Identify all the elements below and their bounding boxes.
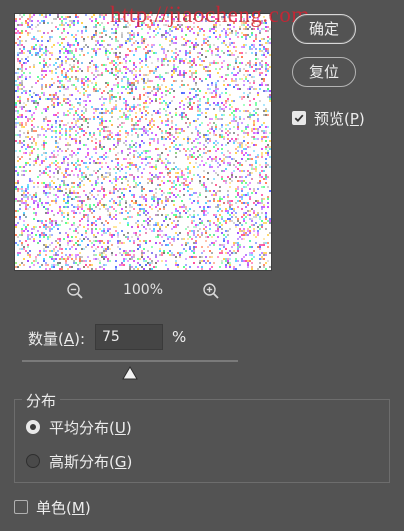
reset-button[interactable]: 复位 — [292, 57, 356, 87]
zoom-in-icon[interactable] — [202, 282, 220, 300]
amount-unit: % — [172, 328, 187, 346]
noise-preview-image — [15, 14, 271, 270]
amount-label: 数量(A): — [28, 330, 86, 348]
radio-uniform-row[interactable]: 平均分布(U) — [26, 417, 132, 437]
preview-checkbox[interactable] — [292, 111, 306, 125]
radio-gaussian[interactable] — [26, 454, 40, 468]
slider-track[interactable] — [22, 360, 238, 362]
monochrome-label: 单色(M) — [36, 498, 91, 517]
preview-label: 预览(P) — [314, 109, 365, 128]
zoom-controls: 100% — [14, 279, 272, 303]
monochrome-checkbox-row[interactable]: 单色(M) — [14, 497, 91, 517]
noise-preview[interactable] — [14, 13, 272, 271]
distribution-title: 分布 — [22, 390, 61, 411]
amount-slider[interactable] — [22, 360, 238, 382]
ok-button[interactable]: 确定 — [292, 14, 356, 44]
radio-uniform-label: 平均分布(U) — [49, 418, 132, 437]
checkmark-icon — [294, 114, 304, 122]
add-noise-dialog: http://jiaocheng.com 100% 确定 复位 预览(P) 数量… — [0, 0, 404, 531]
monochrome-checkbox[interactable] — [14, 500, 28, 514]
radio-gaussian-row[interactable]: 高斯分布(G) — [26, 451, 132, 471]
zoom-out-icon[interactable] — [66, 282, 84, 300]
radio-uniform[interactable] — [26, 420, 40, 434]
radio-gaussian-label: 高斯分布(G) — [49, 452, 133, 471]
amount-input[interactable] — [95, 324, 163, 350]
slider-thumb[interactable] — [122, 365, 138, 380]
preview-checkbox-row[interactable]: 预览(P) — [292, 108, 365, 128]
zoom-level: 100% — [122, 282, 164, 298]
